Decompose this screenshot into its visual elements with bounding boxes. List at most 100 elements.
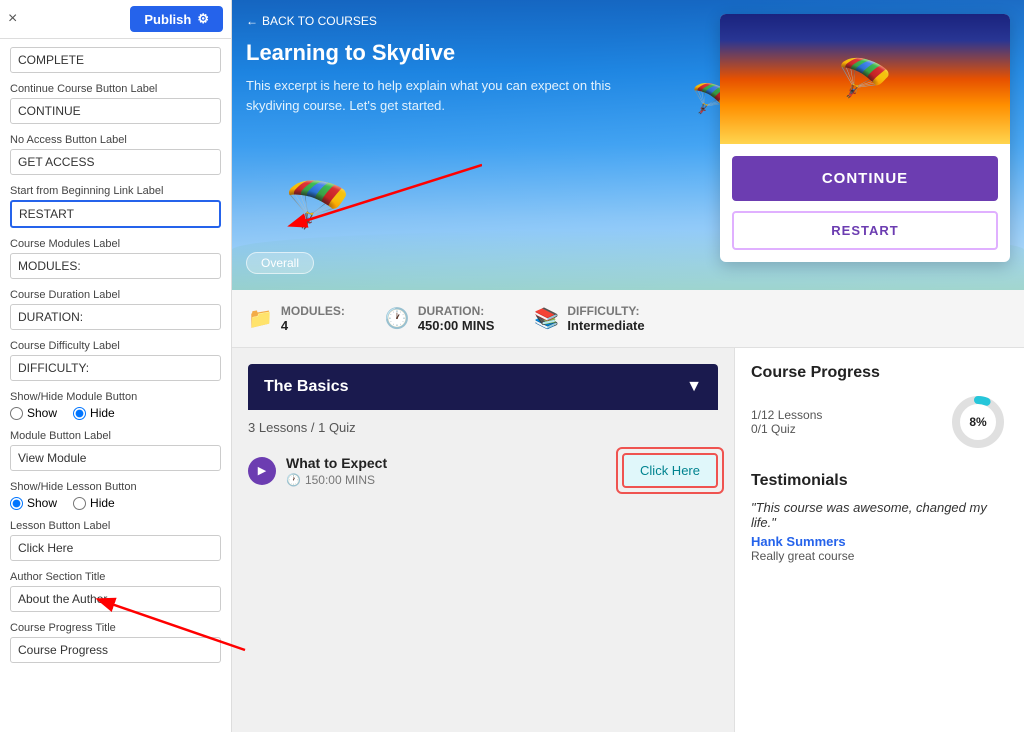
duration-value: 450:00 MINS xyxy=(418,318,495,333)
lesson-button-container: Click Here xyxy=(622,453,718,488)
start-from-beginning-label-text: Start from Beginning Link Label xyxy=(10,185,221,197)
author-section-title-label-text: Author Section Title xyxy=(10,571,221,583)
hero-right-image: 🪂 xyxy=(720,14,1010,144)
module-title: The Basics xyxy=(264,378,348,396)
course-duration-label-text: Course Duration Label xyxy=(10,289,221,301)
testimonials-title: Testimonials xyxy=(751,472,1008,490)
module-chevron-icon: ▼ xyxy=(686,378,702,396)
quiz-progress: 0/1 Quiz xyxy=(751,422,822,436)
show-module-option[interactable]: Show xyxy=(10,406,57,420)
publish-label: Publish xyxy=(144,12,191,27)
start-from-beginning-input[interactable] xyxy=(10,200,221,228)
lesson-left: ▶ What to Expect 🕐 150:00 MINS xyxy=(248,455,387,487)
skydiver1-icon: 🪂 xyxy=(282,169,356,240)
hide-lesson-radio[interactable] xyxy=(73,497,86,510)
show-hide-lesson-radio-group: Show Hide xyxy=(10,496,221,510)
field-module-button-label: Module Button Label xyxy=(10,430,221,471)
testimonial-author: Hank Summers xyxy=(751,534,1008,549)
left-panel: × Publish ⚙ Continue Course Button Label… xyxy=(0,0,232,732)
gear-icon: ⚙ xyxy=(197,11,209,27)
main-area: 🪂 🪂 BACK TO COURSES Learning to Skydive … xyxy=(232,0,1024,732)
show-lesson-option[interactable]: Show xyxy=(10,496,57,510)
difficulty-value: Intermediate xyxy=(567,318,644,333)
content-left: The Basics ▼ 3 Lessons / 1 Quiz ▶ What t… xyxy=(232,348,734,732)
field-author-section-title: Author Section Title xyxy=(10,571,221,612)
field-course-duration-label: Course Duration Label xyxy=(10,289,221,330)
duration-label: DURATION: xyxy=(418,304,495,318)
course-progress-title-label-text: Course Progress Title xyxy=(10,622,221,634)
red-arrow-2 xyxy=(232,590,250,660)
progress-title: Course Progress xyxy=(751,364,1008,382)
field-start-from-beginning: Start from Beginning Link Label xyxy=(10,185,221,228)
overall-badge[interactable]: Overall xyxy=(246,252,314,274)
continue-button[interactable]: CONTINUE xyxy=(732,156,998,201)
stats-bar: 📁 MODULES: 4 🕐 DURATION: 450:00 MINS 📚 D… xyxy=(232,290,1024,348)
modules-value: 4 xyxy=(281,318,345,333)
close-button[interactable]: × xyxy=(8,10,17,28)
hide-lesson-option[interactable]: Hide xyxy=(73,496,115,510)
lesson-button-label-text: Lesson Button Label xyxy=(10,520,221,532)
course-progress-title-input[interactable] xyxy=(10,637,221,663)
hero-title: Learning to Skydive xyxy=(246,40,626,66)
hero-section: 🪂 🪂 BACK TO COURSES Learning to Skydive … xyxy=(232,0,1024,290)
show-hide-module-radio-group: Show Hide xyxy=(10,406,221,420)
field-show-hide-lesson-button: Show/Hide Lesson Button Show Hide xyxy=(10,481,221,510)
field-course-difficulty-label: Course Difficulty Label xyxy=(10,340,221,381)
progress-row: 1/12 Lessons 0/1 Quiz 8% xyxy=(751,392,1008,452)
continue-course-button-label-text: Continue Course Button Label xyxy=(10,83,221,95)
no-access-button-input[interactable] xyxy=(10,149,221,175)
field-complete-button-label xyxy=(10,47,221,73)
play-button[interactable]: ▶ xyxy=(248,457,276,485)
show-lesson-radio[interactable] xyxy=(10,497,23,510)
course-difficulty-input[interactable] xyxy=(10,355,221,381)
show-module-radio[interactable] xyxy=(10,407,23,420)
course-difficulty-label-text: Course Difficulty Label xyxy=(10,340,221,352)
click-here-button[interactable]: Click Here xyxy=(622,453,718,488)
stat-duration: 🕐 DURATION: 450:00 MINS xyxy=(385,304,495,333)
progress-section: Course Progress 1/12 Lessons 0/1 Quiz 8% xyxy=(751,364,1008,452)
lesson-name: What to Expect xyxy=(286,455,387,471)
panel-header: × Publish ⚙ xyxy=(0,0,231,39)
testimonials-section: Testimonials "This course was awesome, c… xyxy=(751,472,1008,563)
lesson-info: What to Expect 🕐 150:00 MINS xyxy=(286,455,387,487)
stat-difficulty-text: DIFFICULTY: Intermediate xyxy=(567,304,644,333)
stat-modules: 📁 MODULES: 4 xyxy=(248,304,345,333)
back-to-courses-link[interactable]: BACK TO COURSES xyxy=(246,14,377,28)
module-button-input[interactable] xyxy=(10,445,221,471)
field-no-access-button-label: No Access Button Label xyxy=(10,134,221,175)
difficulty-icon: 📚 xyxy=(534,306,559,331)
hide-module-option[interactable]: Hide xyxy=(73,406,115,420)
hero-thumbnail: 🪂 xyxy=(720,14,1010,144)
show-hide-lesson-button-label-text: Show/Hide Lesson Button xyxy=(10,481,221,493)
show-hide-module-button-label-text: Show/Hide Module Button xyxy=(10,391,221,403)
continue-course-button-input[interactable] xyxy=(10,98,221,124)
panel-body: Continue Course Button Label No Access B… xyxy=(0,39,231,732)
modules-icon: 📁 xyxy=(248,306,273,331)
content-right: Course Progress 1/12 Lessons 0/1 Quiz 8% xyxy=(734,348,1024,732)
hide-module-radio[interactable] xyxy=(73,407,86,420)
donut-label: 8% xyxy=(969,415,986,429)
donut-chart: 8% xyxy=(948,392,1008,452)
testimonial-text: Really great course xyxy=(751,549,1008,563)
progress-info: 1/12 Lessons 0/1 Quiz xyxy=(751,408,822,436)
field-course-modules-label: Course Modules Label xyxy=(10,238,221,279)
lesson-button-input[interactable] xyxy=(10,535,221,561)
author-section-title-input[interactable] xyxy=(10,586,221,612)
module-header[interactable]: The Basics ▼ xyxy=(248,364,718,410)
hero-excerpt: This excerpt is here to help explain wha… xyxy=(246,76,626,115)
module-button-label-text: Module Button Label xyxy=(10,430,221,442)
stat-difficulty: 📚 DIFFICULTY: Intermediate xyxy=(534,304,644,333)
restart-button[interactable]: RESTART xyxy=(732,211,998,250)
course-duration-input[interactable] xyxy=(10,304,221,330)
module-section: The Basics ▼ 3 Lessons / 1 Quiz ▶ What t… xyxy=(248,364,718,497)
field-show-hide-module-button: Show/Hide Module Button Show Hide xyxy=(10,391,221,420)
difficulty-label: DIFFICULTY: xyxy=(567,304,644,318)
complete-button-input[interactable] xyxy=(10,47,221,73)
clock-icon: 🕐 xyxy=(286,473,301,487)
no-access-button-label-text: No Access Button Label xyxy=(10,134,221,146)
lesson-row: ▶ What to Expect 🕐 150:00 MINS Click xyxy=(248,445,718,497)
hero-right-actions: CONTINUE RESTART xyxy=(720,144,1010,262)
publish-button[interactable]: Publish ⚙ xyxy=(130,6,223,32)
field-course-progress-title: Course Progress Title xyxy=(10,622,221,663)
course-modules-input[interactable] xyxy=(10,253,221,279)
